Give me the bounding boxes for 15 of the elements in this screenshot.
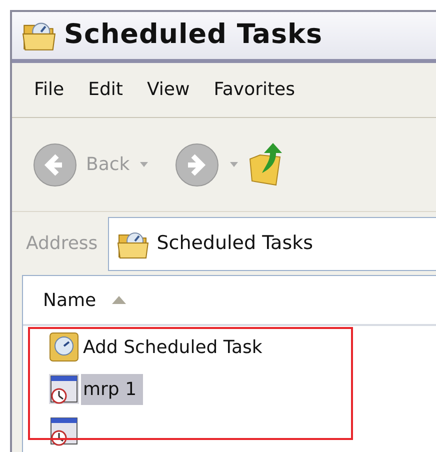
- menu-item[interactable]: Favorites: [214, 76, 296, 104]
- column-header[interactable]: Name: [43, 286, 96, 314]
- address-field[interactable]: Scheduled Tasks: [108, 216, 436, 271]
- dropdown-caret-icon: [140, 162, 148, 168]
- folder-up-icon: [248, 142, 282, 187]
- list-item[interactable]: Add Scheduled Task: [81, 332, 268, 362]
- task-clock-icon: [49, 374, 79, 404]
- dropdown-caret-icon: [230, 162, 238, 168]
- menu-item[interactable]: View: [146, 76, 190, 104]
- address-label: Address: [26, 232, 98, 256]
- clock-wizard-icon: [49, 332, 79, 362]
- menu-item[interactable]: File: [34, 76, 64, 104]
- menu-item[interactable]: Edit: [88, 76, 123, 104]
- list-item[interactable]: mrp 1: [81, 374, 143, 404]
- window-title: Scheduled Tasks: [64, 18, 323, 52]
